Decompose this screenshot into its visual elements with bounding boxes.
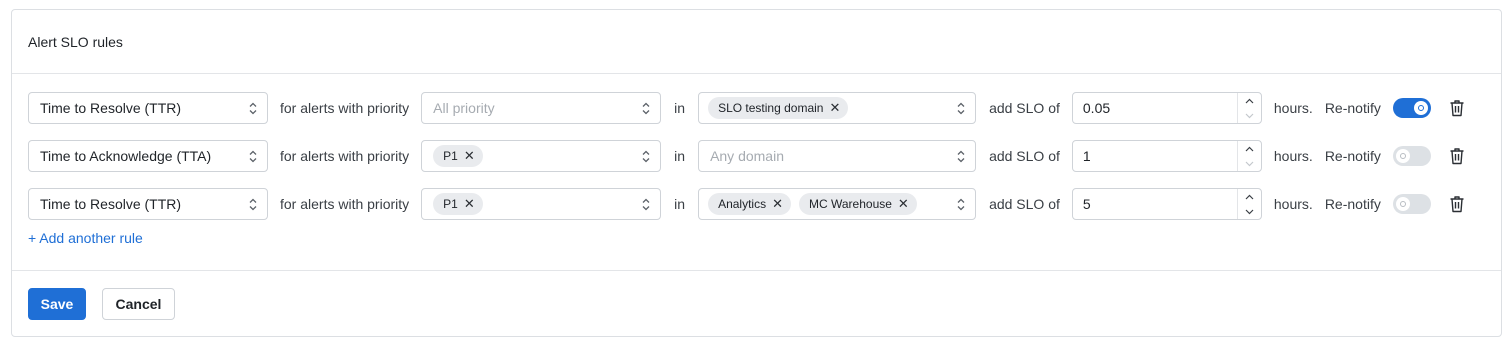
chevron-down-icon[interactable] — [1238, 156, 1261, 171]
card-title: Alert SLO rules — [28, 33, 123, 50]
renotify-label: Re-notify — [1324, 196, 1381, 212]
trash-icon[interactable] — [1449, 147, 1465, 165]
chevron-up-icon[interactable] — [1238, 189, 1261, 204]
domain-placeholder: Any domain — [710, 148, 784, 164]
rules-list: Time to Resolve (TTR) for alerts with pr… — [12, 74, 1501, 246]
slo-hours-input[interactable]: 0.05 — [1071, 92, 1262, 124]
slo-hours-value: 0.05 — [1082, 100, 1111, 116]
in-label: in — [674, 196, 686, 212]
renotify-toggle[interactable] — [1392, 194, 1431, 214]
number-stepper[interactable] — [1236, 93, 1261, 123]
in-label: in — [674, 148, 686, 164]
for-alerts-label: for alerts with priority — [280, 148, 410, 164]
alert-slo-rules-card: Alert SLO rules Time to Resolve (TTR) fo… — [11, 9, 1502, 337]
priority-chip: P1 ✕ — [433, 193, 483, 215]
chevron-updown-icon — [957, 102, 965, 115]
slo-hours-input[interactable]: 1 — [1071, 140, 1262, 172]
close-icon[interactable]: ✕ — [898, 196, 909, 212]
renotify-toggle[interactable] — [1392, 146, 1431, 166]
chevron-updown-icon — [957, 150, 965, 163]
chevron-updown-icon — [642, 102, 650, 115]
chip-label: Analytics — [718, 197, 767, 211]
for-alerts-label: for alerts with priority — [280, 196, 410, 212]
save-button[interactable]: Save — [28, 287, 86, 320]
close-icon[interactable]: ✕ — [464, 148, 475, 164]
in-label: in — [674, 100, 686, 116]
domain-chip: Analytics ✕ — [708, 193, 791, 215]
chevron-down-icon[interactable] — [1238, 108, 1261, 123]
metric-select[interactable]: Time to Resolve (TTR) — [28, 188, 268, 220]
close-icon[interactable]: ✕ — [772, 196, 783, 212]
hours-label: hours. — [1273, 196, 1313, 212]
cancel-button[interactable]: Cancel — [102, 287, 175, 320]
renotify-label: Re-notify — [1324, 148, 1381, 164]
trash-icon[interactable] — [1449, 99, 1465, 117]
chevron-updown-icon — [957, 198, 965, 211]
number-stepper[interactable] — [1236, 141, 1261, 171]
chevron-down-icon[interactable] — [1238, 204, 1261, 219]
add-slo-label: add SLO of — [989, 196, 1060, 212]
chip-label: SLO testing domain — [718, 101, 824, 115]
chevron-up-icon[interactable] — [1238, 93, 1261, 108]
close-icon[interactable]: ✕ — [829, 100, 840, 116]
for-alerts-label: for alerts with priority — [280, 100, 410, 116]
priority-select[interactable]: P1 ✕ — [421, 188, 662, 220]
rule-row: Time to Acknowledge (TTA) for alerts wit… — [28, 140, 1485, 172]
metric-select-value: Time to Acknowledge (TTA) — [40, 148, 212, 164]
domain-select[interactable]: Any domain — [698, 140, 977, 172]
chevron-updown-icon — [249, 102, 257, 115]
chip-label: P1 — [443, 197, 458, 211]
add-slo-label: add SLO of — [989, 100, 1060, 116]
chevron-updown-icon — [249, 198, 257, 211]
renotify-label: Re-notify — [1324, 100, 1381, 116]
priority-chip: P1 ✕ — [433, 145, 483, 167]
rule-row: Time to Resolve (TTR) for alerts with pr… — [28, 188, 1485, 220]
priority-select[interactable]: P1 ✕ — [421, 140, 662, 172]
slo-hours-value: 5 — [1082, 196, 1091, 212]
domain-chip: MC Warehouse ✕ — [799, 193, 917, 215]
close-icon[interactable]: ✕ — [464, 196, 475, 212]
hours-label: hours. — [1273, 100, 1313, 116]
number-stepper[interactable] — [1236, 189, 1261, 219]
domain-select[interactable]: SLO testing domain ✕ — [698, 92, 977, 124]
domain-select[interactable]: Analytics ✕ MC Warehouse ✕ — [698, 188, 977, 220]
priority-placeholder: All priority — [433, 100, 495, 116]
metric-select[interactable]: Time to Acknowledge (TTA) — [28, 140, 268, 172]
chevron-updown-icon — [249, 150, 257, 163]
rule-row: Time to Resolve (TTR) for alerts with pr… — [28, 92, 1485, 124]
add-slo-label: add SLO of — [989, 148, 1060, 164]
chevron-up-icon[interactable] — [1238, 141, 1261, 156]
renotify-toggle[interactable] — [1392, 98, 1431, 118]
slo-hours-input[interactable]: 5 — [1071, 188, 1262, 220]
chip-label: P1 — [443, 149, 458, 163]
priority-select[interactable]: All priority — [421, 92, 662, 124]
trash-icon[interactable] — [1449, 195, 1465, 213]
chevron-updown-icon — [642, 150, 650, 163]
slo-hours-value: 1 — [1082, 148, 1091, 164]
card-header: Alert SLO rules — [12, 10, 1501, 74]
metric-select[interactable]: Time to Resolve (TTR) — [28, 92, 268, 124]
add-another-rule-link[interactable]: + Add another rule — [28, 230, 143, 246]
card-footer: Save Cancel — [12, 270, 1501, 336]
hours-label: hours. — [1273, 148, 1313, 164]
domain-chip: SLO testing domain ✕ — [708, 97, 849, 119]
chevron-updown-icon — [642, 198, 650, 211]
metric-select-value: Time to Resolve (TTR) — [40, 100, 182, 116]
chip-label: MC Warehouse — [809, 197, 892, 211]
metric-select-value: Time to Resolve (TTR) — [40, 196, 182, 212]
